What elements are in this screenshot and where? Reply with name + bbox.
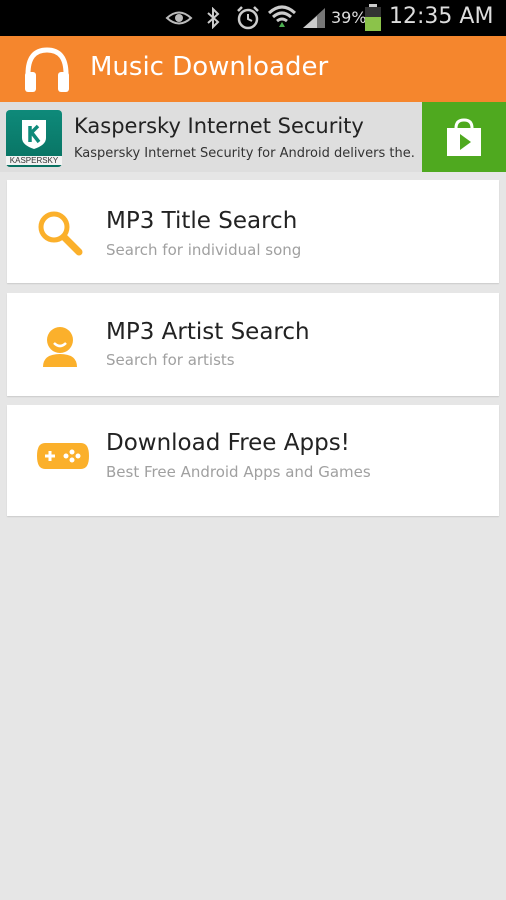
wifi-icon — [267, 5, 297, 27]
kaspersky-logo: KASPERSKY — [6, 110, 62, 167]
ad-title: Kaspersky Internet Security — [74, 114, 364, 138]
alarm-icon — [237, 6, 259, 30]
magnifier-icon — [38, 211, 83, 256]
clock: 12:35 AM — [389, 4, 494, 29]
ad-description: Kaspersky Internet Security for Android … — [74, 146, 414, 161]
kaspersky-shield-icon — [22, 120, 46, 149]
status-bar: 39% 12:35 AM — [0, 0, 506, 36]
menu-item-subtitle: Best Free Android Apps and Games — [106, 463, 371, 481]
ad-logo-text: KASPERSKY — [6, 156, 62, 165]
signal-icon — [303, 8, 325, 28]
ad-banner[interactable]: KASPERSKY Kaspersky Internet Security Ka… — [0, 102, 506, 172]
play-store-bag-icon — [447, 118, 481, 156]
bluetooth-icon — [207, 7, 220, 29]
app-bar: Music Downloader — [0, 36, 506, 102]
menu-item-artist-search[interactable]: MP3 Artist Search Search for artists — [7, 293, 499, 396]
menu-item-free-apps[interactable]: Download Free Apps! Best Free Android Ap… — [7, 405, 499, 516]
battery-percent: 39% — [331, 8, 367, 27]
menu-item-title: MP3 Title Search — [106, 208, 298, 234]
person-icon — [43, 327, 77, 367]
menu-item-title-search[interactable]: MP3 Title Search Search for individual s… — [7, 180, 499, 283]
menu-item-title: MP3 Artist Search — [106, 319, 310, 345]
gamepad-icon — [37, 443, 89, 469]
battery-icon — [365, 4, 381, 31]
ad-install-button[interactable] — [422, 102, 506, 172]
headphones-icon — [25, 47, 69, 92]
menu-item-subtitle: Search for artists — [106, 351, 235, 369]
app-title: Music Downloader — [90, 52, 329, 82]
menu-item-subtitle: Search for individual song — [106, 241, 302, 259]
menu-item-title: Download Free Apps! — [106, 430, 350, 456]
eye-icon — [165, 11, 193, 25]
